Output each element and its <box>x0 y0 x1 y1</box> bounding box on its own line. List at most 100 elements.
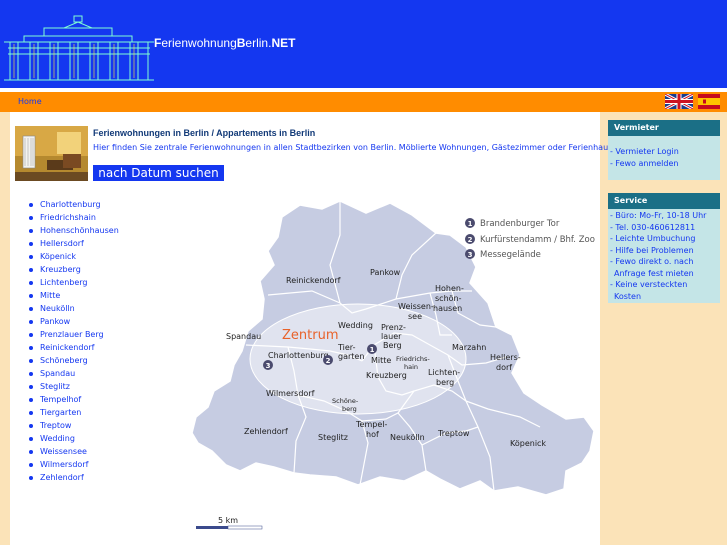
map-label-friedrichshain: Friedrichs- <box>396 355 430 363</box>
map-label-tempelhof: hof <box>366 430 379 439</box>
district-link[interactable]: Spandau <box>28 367 119 380</box>
district-link[interactable]: Köpenick <box>28 250 119 263</box>
district-link[interactable]: Lichtenberg <box>28 276 119 289</box>
map-label-weissensee: see <box>408 312 422 321</box>
vermieter-box-title: Vermieter <box>608 120 720 136</box>
service-line: - Keine versteckten <box>610 280 688 289</box>
map-scale: 5 km <box>196 516 263 530</box>
map-label-charlottenburg: Charlottenburg <box>268 351 329 360</box>
map-label-tempelhof: Tempel- <box>355 420 387 429</box>
map-label-prenzlauer: Berg <box>383 341 402 350</box>
map-label-tiergarten: garten <box>338 352 364 361</box>
spanish-flag-icon[interactable] <box>698 94 720 109</box>
nav-bar: Home <box>0 92 727 112</box>
title-part: erienwohnung <box>161 36 237 50</box>
intro-heading: Ferienwohnungen in Berlin / Appartements… <box>93 128 316 138</box>
district-link[interactable]: Steglitz <box>28 380 119 393</box>
title-part: erlin. <box>245 36 272 50</box>
berlin-district-map[interactable]: Reinickendorf Pankow Spandau Wedding Pre… <box>190 195 598 533</box>
district-link[interactable]: Wedding <box>28 432 119 445</box>
map-label-koepenick: Köpenick <box>510 439 546 448</box>
legend-number: 1 <box>468 220 473 228</box>
vermieter-box: - Vermieter Login - Fewo anmelden <box>608 136 720 180</box>
map-label-hohenschoenhausen: schön- <box>435 294 462 303</box>
map-label-zehlendorf: Zehlendorf <box>244 427 288 436</box>
legend-messegelaende: Messegelände <box>480 250 541 260</box>
title-part: NET <box>271 36 296 50</box>
map-label-mitte: Mitte <box>371 356 391 365</box>
service-line: Kosten <box>614 291 642 301</box>
service-line: - Hilfe bei Problemen <box>610 245 694 255</box>
district-link[interactable]: Reinickendorf <box>28 341 119 354</box>
intro-text: Hier finden Sie zentrale Ferienwohnungen… <box>93 143 615 152</box>
district-link[interactable]: Wilmersdorf <box>28 458 119 471</box>
map-label-hellersdorf: dorf <box>496 363 512 372</box>
site-title[interactable]: FerienwohnungBerlin.NET <box>154 36 295 50</box>
fewo-anmelden-link[interactable]: - Fewo anmelden <box>608 158 720 170</box>
map-label-zentrum: Zentrum <box>282 328 339 343</box>
district-link[interactable]: Weissensee <box>28 445 119 458</box>
service-line: Anfrage fest mieten <box>614 268 694 278</box>
map-label-lichtenberg: berg <box>436 378 454 387</box>
marker-number: 2 <box>326 357 331 365</box>
map-label-lichtenberg: Lichten- <box>428 368 460 377</box>
legend-brandenburger-tor: Brandenburger Tor <box>480 219 560 229</box>
district-link[interactable]: Mitte <box>28 289 119 302</box>
legend-kurfuerstendamm: Kurfürstendamm / Bhf. Zoo <box>480 235 595 245</box>
district-link[interactable]: Treptow <box>28 419 119 432</box>
vermieter-login-link[interactable]: - Vermieter Login <box>608 146 720 158</box>
left-border <box>0 112 10 545</box>
site-header: FerienwohnungBerlin.NET <box>0 0 727 88</box>
service-box-title: Service <box>608 193 720 209</box>
map-label-wedding: Wedding <box>338 321 373 330</box>
map-label-schoeneberg: Schöne- <box>332 397 359 405</box>
district-link[interactable]: Hellersdorf <box>28 237 119 250</box>
nav-home-link[interactable]: Home <box>18 97 42 106</box>
english-flag-icon[interactable] <box>665 94 693 109</box>
map-label-prenzlauer: lauer <box>381 332 402 341</box>
district-link[interactable]: Charlottenburg <box>28 198 119 211</box>
district-link[interactable]: Tempelhof <box>28 393 119 406</box>
district-list: Charlottenburg Friedrichshain Hohenschönha… <box>28 198 119 484</box>
map-label-wilmersdorf: Wilmersdorf <box>266 389 315 398</box>
map-legend: 1 Brandenburger Tor 2 Kurfürstendamm / B… <box>465 218 595 260</box>
district-link[interactable]: Zehlendorf <box>28 471 119 484</box>
map-label-reinickendorf: Reinickendorf <box>286 276 341 285</box>
apartment-photo <box>15 126 88 181</box>
service-box: - Büro: Mo-Fr, 10-18 Uhr - Tel. 030-4606… <box>608 209 720 303</box>
map-label-tiergarten: Tier- <box>337 343 356 352</box>
district-link[interactable]: Kreuzberg <box>28 263 119 276</box>
map-label-pankow: Pankow <box>370 268 401 277</box>
district-link[interactable]: Tiergarten <box>28 406 119 419</box>
scale-label: 5 km <box>218 516 238 525</box>
map-label-neukoelln: Neukölln <box>390 433 425 442</box>
district-link[interactable]: Pankow <box>28 315 119 328</box>
district-link[interactable]: Schöneberg <box>28 354 119 367</box>
map-label-treptow: Treptow <box>437 429 470 438</box>
date-search-button[interactable]: nach Datum suchen <box>93 165 224 181</box>
map-label-spandau: Spandau <box>226 332 261 341</box>
map-label-hohenschoenhausen: Hohen- <box>435 284 464 293</box>
marker-number: 1 <box>370 346 375 354</box>
map-label-kreuzberg: Kreuzberg <box>366 371 407 380</box>
map-label-marzahn: Marzahn <box>452 343 486 352</box>
map-label-hohenschoenhausen: hausen <box>433 304 462 313</box>
service-line: - Tel. 030-460612811 <box>610 222 696 232</box>
district-link[interactable]: Prenzlauer Berg <box>28 328 119 341</box>
map-label-friedrichshain: hain <box>404 363 418 371</box>
map-label-schoeneberg: berg <box>342 405 357 413</box>
brandenburger-tor-logo[interactable] <box>4 14 154 82</box>
marker-number: 3 <box>266 362 271 370</box>
map-label-steglitz: Steglitz <box>318 433 348 442</box>
legend-number: 3 <box>468 251 473 259</box>
map-label-prenzlauer: Prenz- <box>381 323 406 332</box>
district-link[interactable]: Hohenschönhausen <box>28 224 119 237</box>
service-line: - Leichte Umbuchung <box>610 234 696 243</box>
map-label-weissensee: Weissen- <box>398 302 434 311</box>
district-link[interactable]: Friedrichshain <box>28 211 119 224</box>
service-line: - Fewo direkt o. nach <box>610 257 694 266</box>
district-link[interactable]: Neukölln <box>28 302 119 315</box>
map-label-hellersdorf: Hellers- <box>490 353 521 362</box>
service-line: - Büro: Mo-Fr, 10-18 Uhr <box>610 211 707 220</box>
legend-number: 2 <box>468 236 473 244</box>
